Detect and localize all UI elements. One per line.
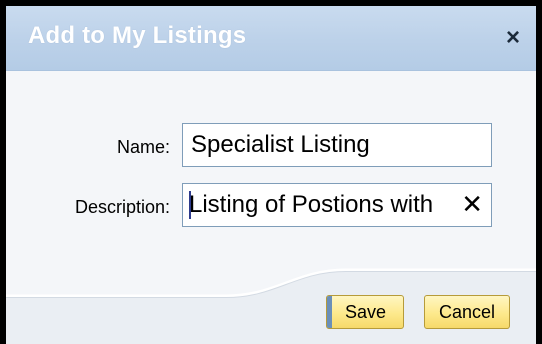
dialog-titlebar[interactable]: Add to My Listings × bbox=[6, 6, 536, 71]
name-field[interactable] bbox=[182, 123, 492, 167]
clear-icon[interactable]: ✕ bbox=[461, 189, 483, 219]
close-icon[interactable]: × bbox=[506, 26, 520, 50]
name-label: Name: bbox=[116, 137, 170, 157]
add-to-listings-dialog: Add to My Listings × Name: Description: … bbox=[0, 0, 542, 344]
cancel-button[interactable]: Cancel bbox=[424, 295, 510, 329]
description-field-container: ✕ bbox=[182, 183, 492, 227]
description-field[interactable] bbox=[183, 184, 453, 226]
cancel-button-label: Cancel bbox=[438, 302, 496, 322]
text-cursor bbox=[189, 191, 191, 219]
save-button-accent bbox=[327, 296, 332, 328]
dialog-title: Add to My Listings bbox=[28, 22, 247, 49]
save-button-label: Save bbox=[345, 302, 387, 322]
save-button[interactable]: Save bbox=[326, 295, 404, 329]
description-label: Description: bbox=[74, 197, 170, 217]
dialog-content: Name: Description: ✕ bbox=[6, 71, 536, 281]
dialog-footer: Save Cancel bbox=[6, 266, 536, 344]
